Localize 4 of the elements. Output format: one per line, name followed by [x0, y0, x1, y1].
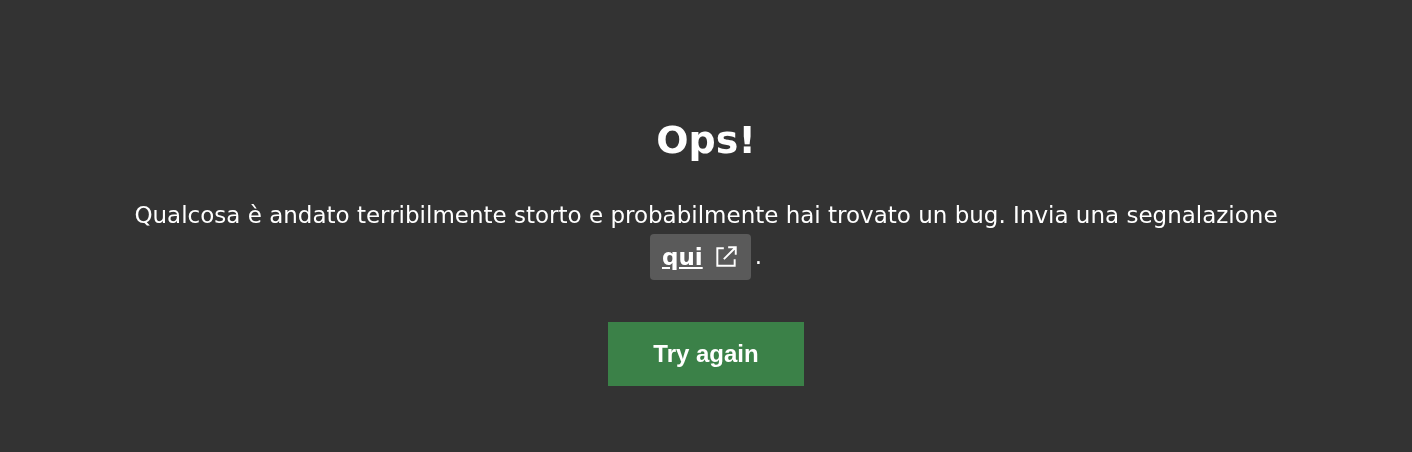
- try-again-button[interactable]: Try again: [608, 322, 804, 386]
- error-message: Qualcosa è andato terribilmente storto e probabilmente hai trovato un bug. Invia una segnalazione qui .: [134, 196, 1278, 280]
- report-link[interactable]: qui: [649, 234, 751, 280]
- error-title: Ops!: [656, 117, 756, 164]
